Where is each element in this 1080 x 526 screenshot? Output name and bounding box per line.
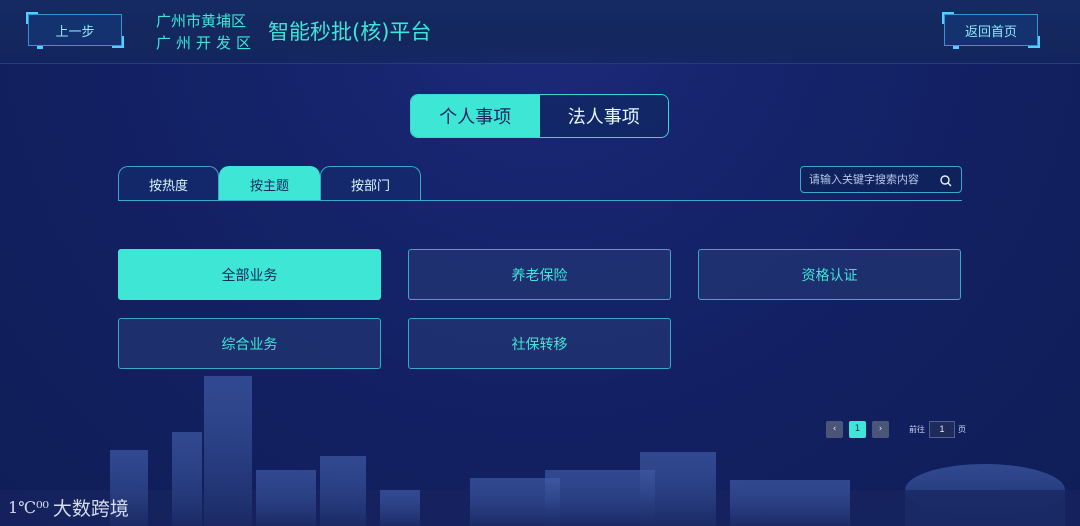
tab-legal-entity-matters[interactable]: 法人事项 [539, 95, 668, 137]
district-label: 广州市黄埔区 广州开发区 [156, 10, 256, 54]
tab-divider [118, 200, 962, 201]
pagination: ‹ 1 › 前往 页 [826, 420, 966, 438]
back-button-label: 上一步 [55, 24, 95, 40]
main-tab-switch: 个人事项 法人事项 [410, 94, 669, 138]
hud-decoration [37, 46, 43, 49]
search-input[interactable] [809, 173, 939, 186]
app-title: 智能秒批(核)平台 [268, 20, 432, 44]
header-bar: 上一步 广州市黄埔区 广州开发区 智能秒批(核)平台 返回首页 [0, 0, 1080, 64]
goto-page-input[interactable] [929, 420, 955, 438]
category-card-pension[interactable]: 养老保险 [408, 249, 671, 300]
search-icon[interactable] [939, 173, 953, 187]
page-number-current[interactable]: 1 [849, 420, 866, 438]
back-button[interactable]: 上一步 [26, 12, 124, 49]
sub-tab-bar: 按热度 按主题 按部门 [118, 166, 421, 201]
tab-by-popularity[interactable]: 按热度 [118, 166, 219, 201]
city-skyline-illustration [0, 376, 1080, 526]
tab-by-department[interactable]: 按部门 [320, 166, 421, 201]
next-page-button[interactable]: › [872, 420, 889, 438]
category-card-qualification[interactable]: 资格认证 [698, 249, 961, 300]
prev-page-button[interactable]: ‹ [826, 420, 843, 438]
goto-label: 前往 [909, 424, 925, 434]
watermark-logo: 1℃⁰⁰ [8, 498, 49, 517]
tab-by-theme[interactable]: 按主题 [219, 166, 320, 201]
hud-decoration [953, 46, 959, 49]
page-unit-label: 页 [958, 424, 966, 434]
district-line-1: 广州市黄埔区 [156, 12, 247, 30]
home-button-label: 返回首页 [964, 24, 1017, 40]
search-box [800, 166, 962, 193]
home-button[interactable]: 返回首页 [942, 12, 1040, 49]
tab-personal-matters[interactable]: 个人事项 [411, 95, 540, 137]
watermark: 1℃⁰⁰ 大数跨境 [8, 494, 129, 521]
district-line-2: 广州开发区 [156, 34, 257, 52]
watermark-text: 大数跨境 [52, 498, 129, 520]
category-card-all[interactable]: 全部业务 [118, 249, 381, 300]
